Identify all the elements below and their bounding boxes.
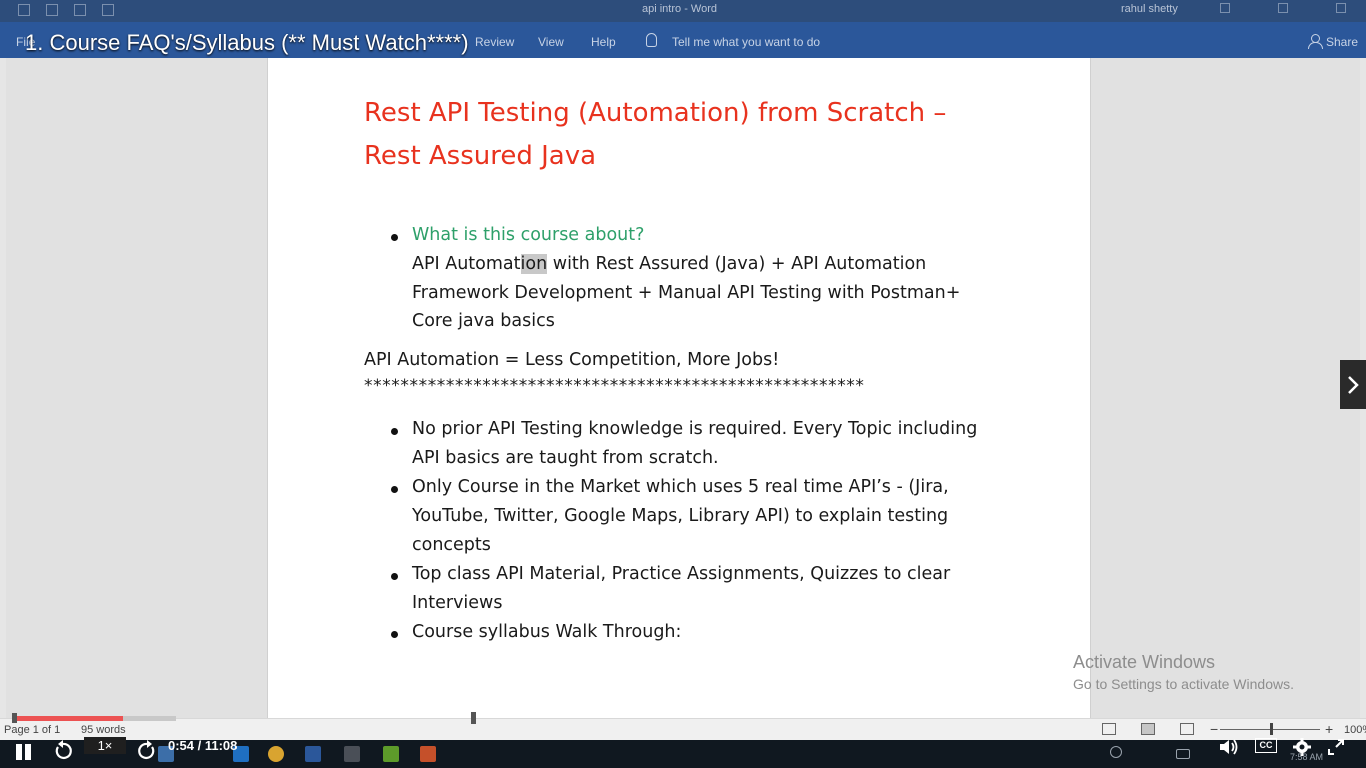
zoom-in-icon[interactable]: + [1325, 721, 1333, 737]
video-title: 1. Course FAQ's/Syllabus (** Must Watch*… [25, 30, 469, 55]
watermark-title: Activate Windows [1073, 652, 1216, 672]
tab-help[interactable]: Help [591, 35, 616, 49]
playback-speed-button[interactable]: 1× [84, 737, 126, 754]
zoom-slider-thumb[interactable] [1270, 723, 1273, 735]
zoom-out-icon[interactable]: − [1210, 721, 1218, 737]
bullet-2-line-2: YouTube, Twitter, Google Maps, Library A… [412, 506, 949, 526]
forward-icon [138, 740, 155, 760]
fullscreen-button[interactable] [1326, 737, 1346, 757]
question-heading: What is this course about? [412, 225, 645, 245]
lightbulb-icon [646, 33, 657, 47]
video-progress-fill [14, 716, 123, 721]
rewind-icon [55, 740, 72, 760]
bullet-3-line-1: Top class API Material, Practice Assignm… [412, 564, 951, 584]
activate-windows-watermark: Activate Windows Go to Settings to activ… [1073, 652, 1294, 692]
share-button[interactable]: Share [1326, 35, 1358, 49]
about-line-2: Framework Development + Manual API Testi… [412, 283, 961, 303]
video-player-stage: api intro - Word rahul shetty File Revie… [0, 0, 1366, 768]
bullet-4-line-1: Course syllabus Walk Through: [412, 622, 682, 642]
pause-bar [25, 744, 31, 760]
doc-heading-line-2: Rest Assured Java [364, 141, 597, 171]
ribbon-display-icon[interactable] [1220, 3, 1230, 13]
window-controls [1220, 3, 1346, 13]
tab-view[interactable]: View [538, 35, 564, 49]
system-clock: 7:58 AM [1290, 752, 1324, 762]
quick-access-toolbar [18, 4, 114, 16]
share-person-icon [1308, 34, 1323, 49]
video-time: 0:54 / 11:08 [168, 738, 238, 753]
read-mode-icon[interactable] [1102, 723, 1116, 735]
about-text-b: with Rest Assured (Java) + API Automatio… [547, 254, 927, 274]
touch-mode-icon[interactable] [102, 4, 114, 16]
chevron-right-icon [1348, 375, 1359, 394]
redo-icon[interactable] [74, 4, 86, 16]
divider-stars: ****************************************… [364, 376, 865, 396]
about-line-1: API Automation with Rest Assured (Java) … [412, 254, 926, 274]
web-layout-icon[interactable] [1180, 723, 1194, 735]
tagline: API Automation = Less Competition, More … [364, 350, 780, 370]
bullet-3-line-2: Interviews [412, 593, 503, 613]
next-lecture-button[interactable] [1340, 360, 1366, 409]
undo-icon[interactable] [46, 4, 58, 16]
expand-icon [1328, 739, 1344, 755]
zoom-level[interactable]: 100% [1344, 724, 1366, 736]
bullet-dot [391, 428, 398, 435]
page-count: Page 1 of 1 [4, 724, 61, 736]
tab-review[interactable]: Review [475, 35, 514, 49]
about-text-a: API Automat [412, 254, 521, 274]
bullet-2-line-3: concepts [412, 535, 491, 555]
document-window-title: api intro - Word [642, 3, 717, 15]
bullet-1-line-1: No prior API Testing knowledge is requir… [412, 419, 978, 439]
minimize-icon[interactable] [1278, 3, 1288, 13]
video-progress-handle[interactable] [12, 713, 17, 723]
bullet-dot [391, 486, 398, 493]
captions-button[interactable]: CC [1255, 738, 1277, 753]
print-layout-icon[interactable] [1141, 723, 1155, 735]
pause-button[interactable] [12, 739, 34, 763]
watermark-subtitle: Go to Settings to activate Windows. [1073, 676, 1294, 692]
maximize-icon[interactable] [1336, 3, 1346, 13]
volume-button[interactable] [1218, 737, 1240, 757]
selected-text: ion [520, 254, 548, 274]
doc-heading-line-1: Rest API Testing (Automation) from Scrat… [364, 98, 947, 128]
tell-me-search[interactable]: Tell me what you want to do [672, 35, 820, 49]
save-icon[interactable] [18, 4, 30, 16]
bullet-dot [391, 234, 398, 241]
user-name: rahul shetty [1121, 3, 1178, 15]
volume-icon [1220, 739, 1238, 755]
bullet-dot [391, 573, 398, 580]
video-controls: 1× 0:54 / 11:08 CC 7:58 AM [0, 736, 1366, 768]
word-title-bar: api intro - Word rahul shetty [0, 0, 1366, 22]
rewind-button[interactable] [52, 739, 74, 763]
about-line-3: Core java basics [412, 311, 555, 331]
bullet-dot [391, 631, 398, 638]
forward-button[interactable] [136, 739, 158, 763]
video-bookmark-marker[interactable] [471, 712, 476, 724]
bullet-1-line-2: API basics are taught from scratch. [412, 448, 719, 468]
word-count: 95 words [81, 724, 126, 736]
bullet-2-line-1: Only Course in the Market which uses 5 r… [412, 477, 949, 497]
pause-bar [16, 744, 22, 760]
document-page: Rest API Testing (Automation) from Scrat… [267, 58, 1091, 718]
